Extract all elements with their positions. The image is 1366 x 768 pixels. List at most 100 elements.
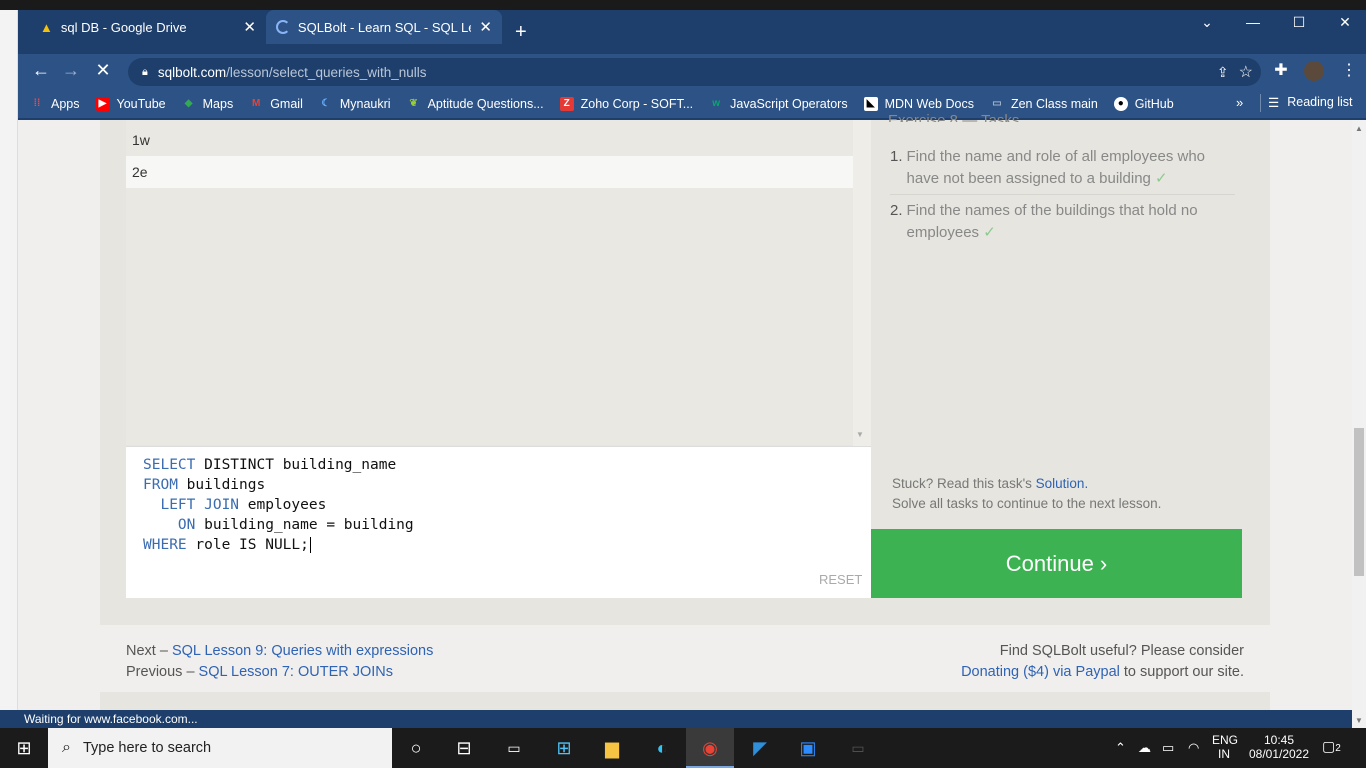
solve-all-hint: Solve all tasks to continue to the next …: [892, 496, 1162, 511]
checkmark-icon: ✓: [1155, 170, 1168, 187]
scroll-down-icon[interactable]: ▼: [856, 430, 864, 439]
solution-link[interactable]: Solution.: [1036, 476, 1089, 491]
url-path: /lesson/select_queries_with_nulls: [226, 64, 427, 80]
reading-list-label: Reading list: [1287, 95, 1353, 109]
task-item-2: 2. Find the names of the buildings that …: [890, 202, 1198, 241]
forward-icon[interactable]: →: [58, 60, 84, 81]
left-window-strip: [0, 10, 18, 710]
maximize-button[interactable]: ☐: [1276, 14, 1322, 31]
vscode-icon[interactable]: ◤: [748, 736, 772, 760]
new-tab-button[interactable]: +: [515, 22, 527, 42]
bookmark-gmail[interactable]: M Gmail: [249, 97, 303, 111]
bookmark-zoho[interactable]: Z Zoho Corp - SOFT...: [559, 97, 693, 111]
bookmark-label: GitHub: [1134, 97, 1174, 111]
minimize-button[interactable]: —: [1230, 14, 1276, 30]
support-text: Find SQLBolt useful? Please consider: [999, 643, 1244, 659]
bookmark-label: Aptitude Questions...: [427, 97, 544, 111]
close-icon[interactable]: ✕: [479, 18, 492, 36]
divider: [890, 194, 1235, 195]
back-icon[interactable]: ←: [28, 60, 54, 81]
code-line: LEFT JOIN employees: [143, 497, 327, 513]
taskbar-search[interactable]: ⌕ Type here to search: [48, 728, 392, 768]
edge-icon[interactable]: ◐: [650, 736, 674, 760]
tab-sqlbolt[interactable]: SQLBolt - Learn SQL - SQL Lesson ✕: [266, 10, 502, 44]
bookmark-mynaukri[interactable]: ☾ Mynaukri: [319, 97, 390, 111]
loading-spinner-icon: [276, 20, 290, 34]
bookmark-youtube[interactable]: ▶ YouTube: [95, 97, 166, 111]
table-row: 2e: [126, 156, 853, 188]
tab-google-drive[interactable]: ▲ sql DB - Google Drive ✕: [30, 10, 266, 44]
mdn-icon: ◣: [863, 97, 878, 111]
show-hidden-icons-icon[interactable]: ⌃: [1115, 740, 1126, 756]
close-window-button[interactable]: ✕: [1322, 14, 1366, 31]
terminal-icon[interactable]: ▭: [502, 736, 526, 760]
bookmark-label: JavaScript Operators: [730, 97, 848, 111]
share-icon[interactable]: ⇪: [1217, 64, 1229, 81]
os-top-strip: [0, 0, 1366, 10]
zoho-icon: Z: [559, 97, 574, 111]
mynaukri-icon: ☾: [321, 98, 331, 109]
url-domain: sqlbolt.com: [157, 64, 227, 80]
bookmark-github[interactable]: ● GitHub: [1113, 97, 1174, 111]
store-icon[interactable]: ⊞: [552, 736, 576, 760]
continue-button[interactable]: Continue ›: [871, 529, 1242, 598]
w3schools-icon: w: [712, 98, 721, 109]
reset-button[interactable]: RESET: [819, 572, 862, 587]
tab-search-icon[interactable]: ⌄: [1184, 14, 1230, 31]
cortana-icon[interactable]: ○: [404, 736, 428, 760]
stop-loading-icon[interactable]: ✕: [90, 60, 116, 81]
results-scrollbar[interactable]: [853, 120, 871, 446]
code-line: FROM buildings: [143, 477, 266, 493]
donate-link[interactable]: Donating ($4) via Paypal: [961, 664, 1120, 680]
menu-icon[interactable]: ⋮: [1336, 60, 1362, 80]
bookmark-label: Zen Class main: [1010, 97, 1098, 111]
bookmark-apps[interactable]: ⁞⁞ Apps: [30, 97, 80, 111]
scrollbar-thumb[interactable]: [1354, 428, 1364, 576]
checkmark-icon: ✓: [983, 224, 996, 241]
notification-count: 2: [1335, 743, 1341, 754]
battery-icon[interactable]: ▭: [1162, 740, 1174, 756]
lock-icon: 🔒︎: [142, 65, 148, 78]
chrome-icon: ◉: [702, 738, 718, 758]
bookmark-js-operators[interactable]: w JavaScript Operators: [709, 97, 847, 111]
reading-list-button[interactable]: ☰ Reading list: [1268, 95, 1353, 110]
language-indicator[interactable]: ENG IN: [1212, 733, 1238, 761]
gmail-icon: M: [252, 98, 261, 109]
cloud-icon[interactable]: ☁: [1138, 740, 1151, 756]
scroll-down-icon[interactable]: ▼: [1355, 716, 1363, 725]
code-line: ON building_name = building: [143, 517, 414, 533]
address-bar[interactable]: 🔒︎ sqlbolt.com/lesson/select_queries_wit…: [128, 58, 1261, 86]
notifications-icon[interactable]: ▢2: [1322, 738, 1341, 755]
scroll-up-icon[interactable]: ▲: [1355, 124, 1363, 133]
more-bookmarks-button[interactable]: »: [1236, 95, 1243, 110]
bookmark-maps[interactable]: ◆ Maps: [182, 97, 233, 111]
page-scrollbar[interactable]: [1352, 120, 1366, 728]
previous-lesson-link[interactable]: SQL Lesson 7: OUTER JOINs: [199, 664, 393, 680]
task-view-icon[interactable]: ⊟: [452, 736, 476, 760]
apps-grid-icon: ⁞⁞: [33, 98, 41, 109]
file-explorer-icon[interactable]: ▆: [600, 736, 624, 760]
close-icon[interactable]: ✕: [243, 18, 256, 36]
github-icon: ●: [1113, 97, 1128, 111]
windows-start-icon[interactable]: ⊞: [12, 736, 36, 760]
avatar[interactable]: [1304, 61, 1324, 81]
bookmark-aptitude[interactable]: ❦ Aptitude Questions...: [407, 97, 544, 111]
bookmark-label: Apps: [51, 97, 80, 111]
code-line: WHERE role IS NULL;: [143, 537, 311, 553]
clock[interactable]: 10:45 08/01/2022: [1248, 733, 1310, 761]
zoom-icon[interactable]: ▣: [796, 736, 820, 760]
status-bubble: Waiting for www.facebook.com...: [18, 710, 310, 728]
google-drive-icon: ▲: [40, 19, 53, 35]
wifi-icon[interactable]: ◠: [1188, 740, 1199, 756]
extensions-icon[interactable]: ✚: [1268, 60, 1294, 80]
tab-title: sql DB - Google Drive: [60, 19, 187, 35]
next-lesson: Next – SQL Lesson 9: Queries with expres…: [126, 643, 434, 659]
search-placeholder: Type here to search: [82, 740, 212, 756]
next-lesson-link[interactable]: SQL Lesson 9: Queries with expressions: [172, 643, 433, 659]
sql-code[interactable]: SELECT DISTINCT building_name FROM buildi…: [143, 455, 414, 555]
tab-title: SQLBolt - Learn SQL - SQL Lesson: [297, 19, 472, 35]
tasks-header: Exercise 8 — Tasks: [888, 112, 1020, 122]
terminal-icon[interactable]: ▭: [846, 736, 870, 760]
task-item-1: 1. Find the name and role of all employe…: [890, 148, 1206, 187]
bookmark-star-icon[interactable]: ☆: [1239, 62, 1253, 82]
